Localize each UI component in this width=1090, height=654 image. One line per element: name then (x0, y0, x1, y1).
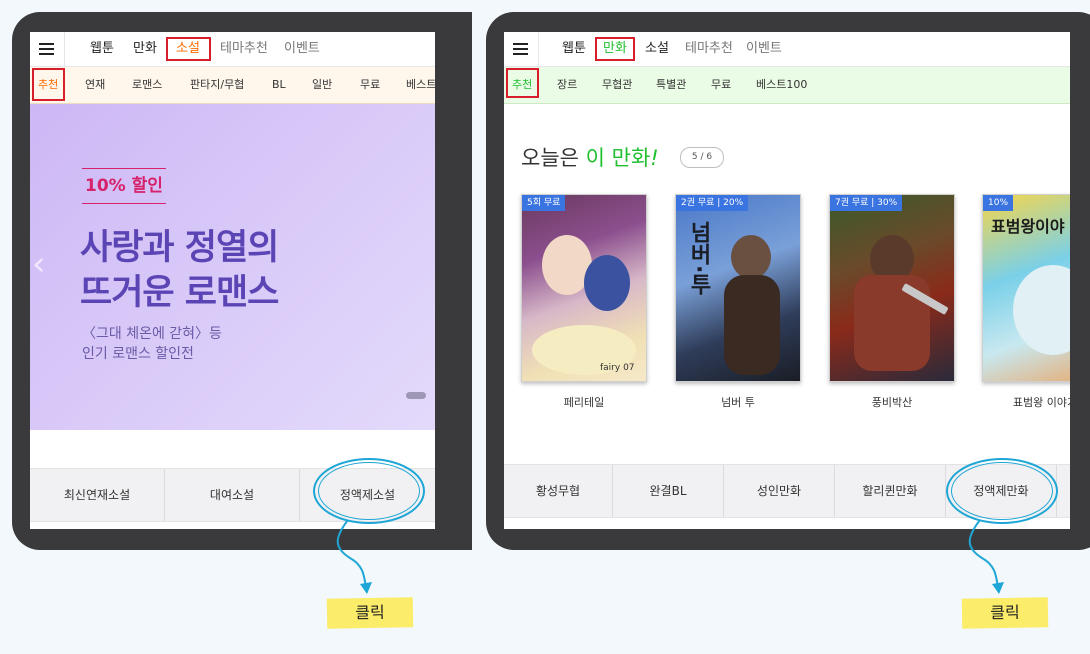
novel-screen: 웹툰 만화 소설 테마추천 이벤트 추천 연재 로맨스 판타지/무협 BL 일반… (30, 32, 435, 529)
discount-badge: 10% 할인 (82, 168, 166, 204)
cat-rental-novel[interactable]: 대여소설 (165, 469, 300, 521)
nav-theme[interactable]: 테마추천 (685, 32, 733, 66)
sub-fantasy[interactable]: 판타지/무협 (190, 67, 244, 103)
today-prefix: 오늘은 (521, 146, 579, 170)
nav-novel[interactable]: 소설 (645, 32, 669, 66)
sub-free[interactable]: 무료 (711, 67, 731, 103)
book-badge: 7권 무료 | 30% (830, 195, 903, 211)
click-label-right: 클릭 (961, 597, 1049, 629)
top-nav: 웹툰 만화 소설 테마추천 이벤트 (504, 32, 1070, 67)
book-title: 표범왕 이야기 (1012, 396, 1070, 409)
promo-banner[interactable]: ‹ 10% 할인 사랑과 정열의 뜨거운 로맨스 〈그대 체온에 갇혀〉등 인기… (30, 104, 435, 430)
cat-adult-comic[interactable]: 성인만화 (724, 465, 835, 517)
banner-subtext-1: 〈그대 체온에 갇혀〉등 (82, 326, 222, 342)
banner-pagination-dot[interactable] (406, 392, 426, 399)
nav-webtoon[interactable]: 웹툰 (562, 32, 586, 66)
cat-martial-comic[interactable]: 황성무협 (504, 465, 613, 517)
banner-subtext-2: 인기 로맨스 할인전 (82, 346, 194, 362)
highlight-box-novel-tab (166, 37, 211, 61)
book-title: 페리테일 (563, 396, 605, 409)
today-heading: 오늘은 이 만화! (521, 142, 659, 172)
annotation-arrow-right-icon (968, 519, 1004, 594)
highlight-box-recommend (506, 68, 539, 98)
annotation-arrow-left-icon (336, 519, 372, 594)
annotation-circle-right-inner (951, 462, 1053, 520)
sub-serial[interactable]: 연재 (85, 67, 105, 103)
sub-special[interactable]: 특별관 (656, 67, 686, 103)
nav-event[interactable]: 이벤트 (746, 32, 782, 66)
nav-event[interactable]: 이벤트 (284, 32, 320, 66)
nav-comic[interactable]: 만화 (133, 32, 157, 66)
banner-headline-1: 사랑과 정열의 (80, 228, 279, 268)
cat-latest-serial-novel[interactable]: 최신연재소설 (30, 469, 165, 521)
book-badge: 10% (983, 195, 1014, 211)
annotation-circle-left-inner (318, 462, 420, 520)
sub-martial[interactable]: 무협관 (602, 67, 632, 103)
cat-complete-bl[interactable]: 완결BL (613, 465, 724, 517)
sub-nav: 추천 연재 로맨스 판타지/무협 BL 일반 무료 베스트 (30, 67, 435, 104)
menu-icon[interactable] (504, 32, 539, 66)
today-suffix: ! (650, 146, 659, 170)
today-pager[interactable]: 5 / 6 (680, 147, 724, 168)
sub-romance[interactable]: 로맨스 (132, 67, 162, 103)
cat-harlequin-comic[interactable]: 할리퀸만화 (835, 465, 946, 517)
top-nav: 웹툰 만화 소설 테마추천 이벤트 (30, 32, 435, 67)
sub-best[interactable]: 베스트 (406, 67, 435, 103)
comic-screen: 웹툰 만화 소설 테마추천 이벤트 추천 장르 무협관 특별관 무료 베스트10… (504, 32, 1070, 529)
nav-webtoon[interactable]: 웹툰 (90, 32, 114, 66)
sub-genre[interactable]: 장르 (557, 67, 577, 103)
click-label-left: 클릭 (326, 597, 414, 629)
sub-nav: 추천 장르 무협관 특별관 무료 베스트100 (504, 67, 1070, 104)
book-card[interactable]: 표범왕이야 10% 표범왕 이야기 (982, 194, 1070, 410)
book-cover[interactable]: 표범왕이야 10% (982, 194, 1070, 382)
book-cover[interactable]: 7권 무료 | 30% (829, 194, 955, 382)
banner-headline-2: 뜨거운 로맨스 (80, 273, 279, 313)
book-badge: 5회 무료 (522, 195, 566, 211)
sub-general[interactable]: 일반 (312, 67, 332, 103)
sub-free[interactable]: 무료 (360, 67, 380, 103)
sub-bl[interactable]: BL (272, 67, 286, 103)
book-card[interactable]: 넘버·투 2권 무료 | 20% 넘버 투 (675, 194, 801, 410)
book-cover[interactable]: 넘버·투 2권 무료 | 20% (675, 194, 801, 382)
nav-theme[interactable]: 테마추천 (220, 32, 268, 66)
highlight-box-comic-tab (595, 37, 635, 61)
today-highlight: 이 만화 (585, 146, 651, 170)
sub-best100[interactable]: 베스트100 (756, 67, 807, 103)
menu-icon[interactable] (30, 32, 65, 66)
book-title: 넘버 투 (721, 396, 755, 409)
book-card[interactable]: fairy 07 5회 무료 페리테일 (521, 194, 647, 410)
banner-prev-icon[interactable]: ‹ (32, 244, 46, 284)
book-card[interactable]: 7권 무료 | 30% 풍비박산 (829, 194, 955, 410)
highlight-box-recommend (32, 68, 65, 101)
book-badge: 2권 무료 | 20% (676, 195, 749, 211)
book-title: 풍비박산 (871, 396, 913, 409)
book-cover[interactable]: fairy 07 5회 무료 (521, 194, 647, 382)
